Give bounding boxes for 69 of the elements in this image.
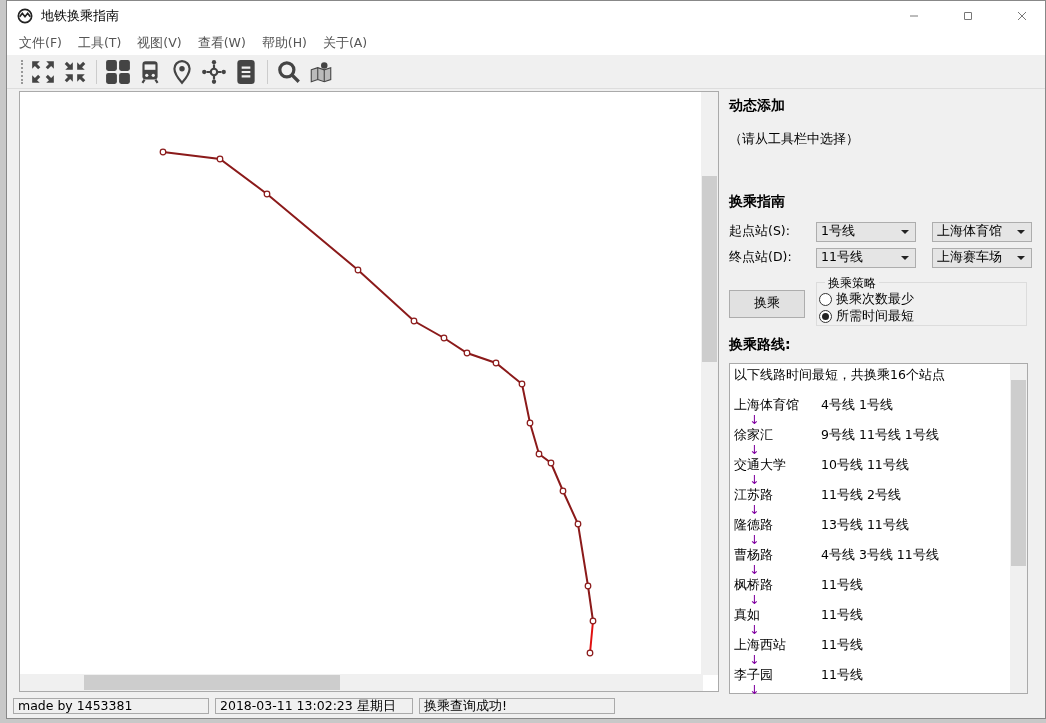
menu-item[interactable]: 视图(V) (129, 33, 190, 53)
line-names: 11号线 (821, 576, 863, 592)
station-dropdown[interactable]: 上海体育馆 (932, 221, 1032, 242)
vertical-scrollbar[interactable] (701, 92, 718, 675)
line-dropdown[interactable]: 1号线 (816, 221, 916, 242)
expand-icon[interactable] (30, 58, 56, 85)
radio-button[interactable] (819, 309, 832, 323)
down-arrow: ↓ (748, 501, 760, 517)
line-names: 11号线 (821, 636, 863, 652)
dropdown-arrow-icon (901, 255, 909, 260)
menu-item[interactable]: 工具(T) (69, 33, 130, 53)
station-name: 李子园 (734, 666, 774, 682)
down-arrow: ↓ (748, 561, 760, 577)
station-dropdown[interactable]: 上海赛车场 (932, 247, 1032, 268)
search-icon[interactable] (276, 58, 302, 85)
line-names: 4号线 3号线 11号线 (821, 546, 939, 562)
route-summary: 以下线路时间最短，共换乘16个站点 (734, 366, 946, 382)
station-name: 曹杨路 (734, 546, 774, 562)
vertical-scrollbar[interactable] (1010, 363, 1027, 693)
field-label: 终点站(D): (729, 248, 793, 267)
station-name: 上海西站 (734, 636, 787, 652)
status-text: made by 1453381 (13, 698, 209, 714)
status-text: 2018-03-11 13:02:23 星期日 (215, 698, 413, 714)
station-name: 徐家汇 (734, 426, 774, 442)
menu-item[interactable]: 帮助(H) (253, 33, 315, 53)
down-arrow: ↓ (748, 531, 760, 547)
down-arrow: ↓ (748, 441, 760, 457)
radio-label[interactable]: 换乘次数最少 (836, 289, 914, 309)
station-name: 枫桥路 (734, 576, 774, 592)
section-heading: 换乘路线: (729, 334, 792, 354)
down-arrow: ↓ (748, 621, 760, 637)
line-names: 10号线 11号线 (821, 456, 909, 472)
menu-item[interactable]: 文件(F) (11, 33, 70, 53)
dropdown-arrow-icon (1017, 229, 1025, 234)
transfer-button[interactable]: 换乘 (729, 289, 805, 318)
horizontal-scrollbar[interactable] (20, 674, 703, 691)
dropdown-arrow-icon (901, 229, 909, 234)
metro-logo-icon (17, 8, 33, 24)
network-icon[interactable] (201, 58, 227, 85)
line-names: 11号线 2号线 (821, 486, 901, 502)
station-name: 上海体育馆 (734, 396, 800, 412)
dropdown-arrow-icon (1017, 255, 1025, 260)
window-title: 地铁换乘指南 (41, 7, 120, 26)
station-name: 真如 (734, 606, 761, 622)
line-names: 4号线 1号线 (821, 396, 893, 412)
station-name: 交通大学 (734, 456, 787, 472)
station-name: 江苏路 (734, 486, 774, 502)
down-arrow: ↓ (748, 471, 760, 487)
toolbar-grip[interactable] (21, 59, 24, 84)
line-names: 9号线 11号线 1号线 (821, 426, 939, 442)
menu-item[interactable]: 查看(W) (189, 33, 254, 53)
line-names: 13号线 11号线 (821, 516, 909, 532)
down-arrow: ↓ (748, 681, 760, 697)
line-dropdown[interactable]: 11号线 (816, 247, 916, 268)
line-names: 11号线 (821, 666, 863, 682)
status-text: 换乘查询成功! (419, 698, 615, 714)
section-heading: 动态添加 (729, 96, 786, 115)
station-name: 隆德路 (734, 516, 774, 532)
down-arrow: ↓ (748, 651, 760, 667)
radio-button[interactable] (819, 292, 832, 306)
line-names: 11号线 (821, 606, 863, 622)
down-arrow: ↓ (748, 411, 760, 427)
section-heading: 换乘指南 (729, 191, 786, 211)
radio-label[interactable]: 所需时间最短 (836, 306, 914, 326)
down-arrow: ↓ (748, 591, 760, 607)
hint-text: （请从工具栏中选择） (729, 130, 860, 148)
menu-item[interactable]: 关于(A) (314, 33, 376, 53)
field-label: 起点站(S): (729, 222, 791, 241)
grid-icon[interactable] (105, 58, 131, 85)
